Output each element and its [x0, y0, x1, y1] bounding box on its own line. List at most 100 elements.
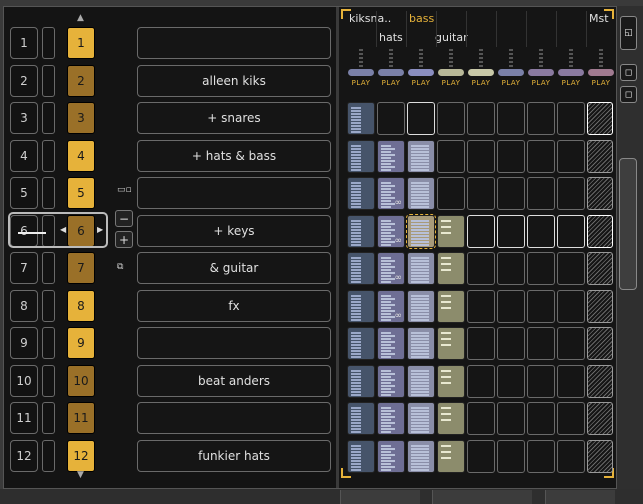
clip[interactable] [407, 252, 435, 285]
zoom-button[interactable]: ◻ [620, 64, 637, 81]
scene-name-field[interactable] [137, 327, 331, 359]
row-number[interactable]: 1 [10, 27, 38, 59]
clip[interactable] [347, 439, 375, 473]
empty-clip-slot[interactable] [557, 289, 585, 323]
track-fader[interactable] [359, 49, 363, 71]
row-slot[interactable] [42, 177, 55, 209]
track-fader[interactable] [539, 49, 543, 71]
remove-scene-button[interactable]: − [115, 210, 133, 227]
add-scene-button[interactable]: + [115, 231, 133, 248]
empty-clip-slot[interactable] [557, 139, 585, 173]
empty-clip-slot[interactable] [467, 177, 495, 210]
empty-clip-slot[interactable] [467, 327, 495, 360]
play-button[interactable]: PLAY [587, 79, 615, 87]
scene-launch-button[interactable]: 4 [67, 139, 95, 172]
scroll-down-icon[interactable]: ▼ [77, 470, 84, 480]
master-scene-slot[interactable] [587, 439, 613, 473]
scene-name-field[interactable]: alleen kiks [137, 64, 331, 97]
clip[interactable]: ∞ [377, 214, 405, 248]
scrollbar-thumb[interactable] [619, 158, 637, 290]
empty-clip-slot[interactable] [497, 139, 525, 173]
play-button[interactable]: PLAY [467, 79, 495, 87]
empty-clip-slot[interactable] [467, 289, 495, 323]
track-fader[interactable] [449, 49, 453, 71]
play-button[interactable]: PLAY [407, 79, 435, 87]
empty-clip-slot[interactable] [467, 139, 495, 173]
master-scene-slot[interactable] [587, 364, 613, 398]
duplicate-icon[interactable]: ⧉ [117, 262, 123, 272]
view-toggle-button[interactable]: ◱ [620, 16, 637, 50]
track-fader[interactable] [509, 49, 513, 71]
master-scene-slot[interactable] [587, 177, 613, 210]
empty-clip-slot[interactable] [557, 439, 585, 473]
scene-launch-button[interactable]: 3 [67, 102, 95, 134]
clip[interactable] [437, 214, 465, 248]
clip[interactable] [437, 327, 465, 360]
empty-clip-slot[interactable] [497, 289, 525, 323]
empty-clip-slot[interactable] [527, 177, 555, 210]
empty-clip-slot[interactable] [557, 327, 585, 360]
empty-clip-slot[interactable] [497, 402, 525, 435]
clip[interactable] [437, 252, 465, 285]
empty-clip-slot[interactable] [467, 102, 495, 135]
row-number[interactable]: 4 [10, 139, 38, 172]
empty-clip-slot[interactable] [497, 214, 525, 248]
track-fader[interactable] [599, 49, 603, 71]
scene-name-field[interactable]: & guitar [137, 252, 331, 284]
row-slot[interactable] [42, 364, 55, 397]
clip[interactable]: ∞ [377, 177, 405, 210]
clip[interactable] [347, 402, 375, 435]
clip[interactable] [377, 139, 405, 173]
empty-clip-slot[interactable] [497, 327, 525, 360]
empty-clip-slot[interactable] [377, 102, 405, 135]
play-button[interactable]: PLAY [377, 79, 405, 87]
clip[interactable]: ∞ [377, 252, 405, 285]
empty-clip-slot[interactable] [527, 327, 555, 360]
row-number[interactable]: 11 [10, 402, 38, 434]
scene-name-field[interactable]: + hats & bass [137, 139, 331, 172]
row-slot[interactable] [42, 439, 55, 472]
empty-clip-slot[interactable] [527, 439, 555, 473]
empty-clip-slot[interactable] [497, 439, 525, 473]
track-fader[interactable] [389, 49, 393, 71]
row-slot[interactable] [42, 402, 55, 434]
scene-name-field[interactable]: beat anders [137, 364, 331, 397]
clip[interactable] [437, 439, 465, 473]
master-scene-slot[interactable] [587, 139, 613, 173]
empty-clip-slot[interactable] [467, 214, 495, 248]
clip[interactable] [407, 439, 435, 473]
clip[interactable] [347, 252, 375, 285]
empty-clip-slot[interactable] [527, 139, 555, 173]
row-number[interactable]: 2 [10, 64, 38, 97]
row-slot[interactable] [42, 289, 55, 322]
row-number[interactable]: 8 [10, 289, 38, 322]
empty-clip-slot[interactable] [437, 177, 465, 210]
clip[interactable]: ∞ [377, 289, 405, 323]
clip[interactable] [347, 214, 375, 248]
clip[interactable] [407, 177, 435, 210]
empty-clip-slot[interactable] [527, 102, 555, 135]
scene-launch-button[interactable]: 12 [67, 439, 95, 472]
play-button[interactable]: PLAY [527, 79, 555, 87]
master-scene-slot[interactable] [587, 402, 613, 435]
scene-name-field[interactable]: + keys [137, 214, 331, 247]
scene-launch-button[interactable]: 10 [67, 364, 95, 397]
empty-clip-slot[interactable] [497, 364, 525, 398]
track-color-pill[interactable] [588, 69, 614, 76]
track-fader[interactable] [479, 49, 483, 71]
scene-launch-button[interactable]: 8 [67, 289, 95, 322]
clip[interactable] [347, 327, 375, 360]
empty-clip-slot[interactable] [557, 102, 585, 135]
empty-clip-slot[interactable] [557, 252, 585, 285]
row-number[interactable]: 12 [10, 439, 38, 472]
empty-clip-slot[interactable] [557, 214, 585, 248]
row-slot[interactable] [42, 139, 55, 172]
track-color-pill[interactable] [378, 69, 404, 76]
clip[interactable] [407, 139, 435, 173]
empty-clip-slot[interactable] [527, 364, 555, 398]
track-fader[interactable] [419, 49, 423, 71]
scene-launch-button[interactable]: 5 [67, 177, 95, 209]
row-number[interactable]: 5 [10, 177, 38, 209]
clip[interactable] [407, 289, 435, 323]
next-arrow-icon[interactable]: ▶ [97, 225, 103, 234]
